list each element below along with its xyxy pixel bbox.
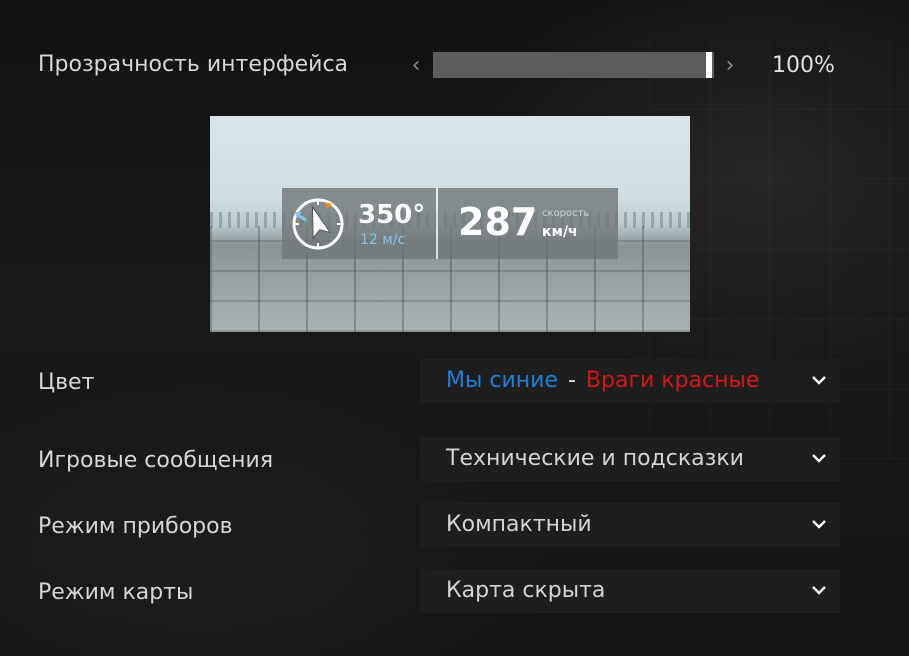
instruments-dropdown-value: Компактный <box>446 512 592 537</box>
slider-increase-arrow[interactable]: › <box>720 54 740 78</box>
compass-icon <box>292 198 344 250</box>
map-dropdown[interactable]: Карта скрыта <box>420 569 840 613</box>
color-separator: - <box>567 368 576 393</box>
instruments-label: Режим приборов <box>38 514 233 539</box>
slider-fill <box>433 52 706 78</box>
chevron-down-icon <box>812 454 826 463</box>
slider-decrease-arrow[interactable]: ‹ <box>406 54 426 78</box>
chevron-down-icon <box>812 586 826 595</box>
map-label: Режим карты <box>38 580 194 605</box>
messages-label: Игровые сообщения <box>38 448 274 473</box>
color-dropdown[interactable]: Мы синие - Враги красные <box>420 359 840 403</box>
hud-speed-panel: 287 скорость км/ч <box>438 188 618 259</box>
heading-value: 350° <box>358 200 426 230</box>
us-color-text: Мы синие <box>446 368 558 393</box>
speed-caption: скорость <box>542 208 590 219</box>
color-label: Цвет <box>38 370 95 395</box>
messages-dropdown-value: Технические и подсказки <box>446 446 744 471</box>
chevron-down-icon <box>812 376 826 385</box>
hud-preview: 350° 12 м/с 287 скорость км/ч <box>210 116 690 332</box>
instruments-dropdown[interactable]: Компактный <box>420 503 840 547</box>
transparency-value: 100% <box>772 53 835 78</box>
messages-dropdown[interactable]: Технические и подсказки <box>420 437 840 481</box>
transparency-label: Прозрачность интерфейса <box>38 52 349 77</box>
chevron-down-icon <box>812 520 826 529</box>
enemies-color-text: Враги красные <box>585 368 760 393</box>
transparency-slider[interactable] <box>433 52 714 78</box>
speed-unit: км/ч <box>542 224 578 240</box>
color-dropdown-value: Мы синие - Враги красные <box>446 368 759 393</box>
map-dropdown-value: Карта скрыта <box>446 578 606 603</box>
hud-compass-panel: 350° 12 м/с <box>282 188 436 259</box>
slider-thumb[interactable] <box>706 52 712 78</box>
wind-value: 12 м/с <box>360 232 406 248</box>
speed-value: 287 <box>458 200 538 244</box>
